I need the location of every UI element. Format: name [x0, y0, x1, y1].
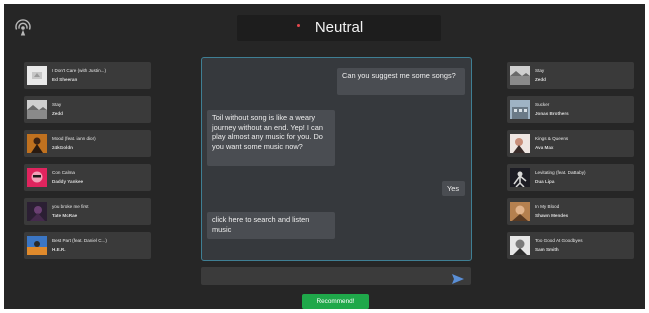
album-art-orange-figure — [27, 134, 47, 153]
chat-input[interactable] — [205, 269, 449, 285]
user-message: Yes — [442, 181, 465, 196]
right-song-card[interactable]: In My Blood Shawn Mendes — [507, 198, 634, 225]
song-title: Con Calma — [52, 170, 75, 175]
album-art-bw-portrait — [510, 236, 530, 255]
album-art-landscape — [27, 100, 47, 119]
album-art-white — [27, 66, 47, 85]
left-song-card[interactable]: I Don't Care (with Justin...) Ed Sheeran — [24, 62, 151, 89]
album-art-blue-orange — [27, 236, 47, 255]
right-song-card[interactable]: Sucker Jonas Brothers — [507, 96, 634, 123]
user-message: Can you suggest me some songs? — [337, 68, 465, 95]
album-art-dark-purple — [27, 202, 47, 221]
chat-input-bar — [201, 267, 471, 285]
app-window: Neutral I Don't Care (with Justin...) Ed… — [4, 4, 645, 309]
album-art-warm-portrait — [510, 202, 530, 221]
song-title: you broke me first — [52, 204, 89, 209]
song-artist: Ava Max — [535, 145, 554, 150]
radio-broadcast-icon[interactable] — [13, 18, 33, 38]
song-artist: Zedd — [535, 77, 546, 82]
album-art-figure-dark — [510, 168, 530, 187]
song-artist: Tate McRae — [52, 213, 78, 218]
send-arrow-icon[interactable] — [452, 271, 464, 284]
bot-message: Toil without song is like a weary journe… — [207, 110, 335, 166]
song-artist: Sam Smith — [535, 247, 559, 252]
song-artist: H.E.R. — [52, 247, 66, 252]
song-title: Stay — [535, 68, 545, 73]
album-art-landscape — [510, 66, 530, 85]
left-song-card[interactable]: you broke me first Tate McRae — [24, 198, 151, 225]
song-title: Levitating (feat. DaBaby) — [535, 170, 586, 175]
right-song-card[interactable]: Too Good At Goodbyes Sam Smith — [507, 232, 634, 259]
left-song-card[interactable]: Best Part (feat. Daniel C...) H.E.R. — [24, 232, 151, 259]
song-artist: Daddy Yankee — [52, 179, 84, 184]
song-artist: Zedd — [52, 111, 63, 116]
mood-indicator-dot — [297, 24, 300, 27]
right-song-card[interactable]: Stay Zedd — [507, 62, 634, 89]
album-art-portrait-light — [510, 134, 530, 153]
song-title: Kings & Queens — [535, 136, 569, 141]
song-title: Best Part (feat. Daniel C...) — [52, 238, 107, 243]
song-title: Mood (feat. iann dior) — [52, 136, 96, 141]
search-music-link[interactable]: click here to search and listen music — [207, 212, 335, 239]
right-song-card[interactable]: Levitating (feat. DaBaby) Dua Lipa — [507, 164, 634, 191]
song-artist: Shawn Mendes — [535, 213, 569, 218]
left-song-card[interactable]: Stay Zedd — [24, 96, 151, 123]
song-title: Sucker — [535, 102, 550, 107]
song-artist: 24kGoldn — [52, 145, 73, 150]
song-artist: Jonas Brothers — [535, 111, 569, 116]
song-artist: Dua Lipa — [535, 179, 555, 184]
album-art-pink-face — [27, 168, 47, 187]
mood-display: Neutral — [237, 15, 441, 41]
song-title: Stay — [52, 102, 62, 107]
mood-label: Neutral — [314, 19, 364, 36]
right-song-card[interactable]: Kings & Queens Ava Max — [507, 130, 634, 157]
song-title: In My Blood — [535, 204, 560, 209]
song-title: I Don't Care (with Justin...) — [52, 68, 106, 73]
left-song-card[interactable]: Mood (feat. iann dior) 24kGoldn — [24, 130, 151, 157]
album-art-building — [510, 100, 530, 119]
left-song-card[interactable]: Con Calma Daddy Yankee — [24, 164, 151, 191]
song-title: Too Good At Goodbyes — [535, 238, 583, 243]
song-artist: Ed Sheeran — [52, 77, 78, 82]
chat-panel: Can you suggest me some songs? Toil with… — [201, 57, 472, 261]
recommend-button[interactable]: Recommend! — [302, 294, 369, 309]
